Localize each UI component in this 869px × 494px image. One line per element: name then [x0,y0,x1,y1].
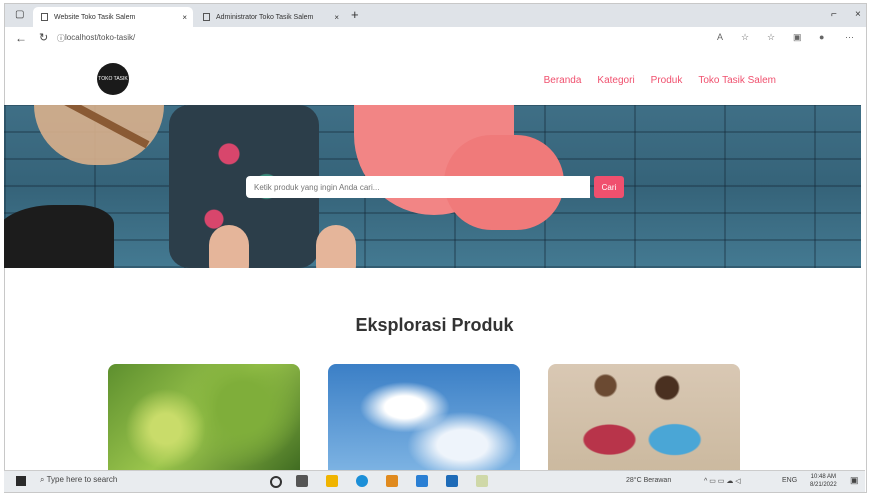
task-view-icon[interactable] [270,476,282,488]
widgets-icon[interactable] [296,475,308,487]
section-title: Eksplorasi Produk [355,315,514,335]
notification-icon[interactable]: ▣ [850,475,859,486]
hand-image [209,225,249,268]
clock[interactable]: 10:48 AM 8/21/2022 [810,473,837,489]
favorites-icon[interactable]: ☆ [767,32,775,43]
nav-toko-tasik-salem[interactable]: Toko Tasik Salem [698,75,776,86]
collections-icon[interactable]: ▣ [793,32,802,43]
refresh-icon[interactable]: ↻ [39,31,48,44]
more-icon[interactable]: ⋯ [845,32,854,43]
taskbar-search-text: Type here to search [46,475,118,484]
product-card[interactable] [548,364,740,472]
new-tab-button[interactable]: + [351,7,359,22]
clock-time: 10:48 AM [810,474,837,480]
tab-website-label: Website Toko Tasik Salem [54,13,136,21]
clock-date: 8/21/2022 [810,482,837,488]
tab-actions-icon[interactable]: ▢ [15,9,24,20]
nav-beranda[interactable]: Beranda [544,75,582,86]
profile-icon[interactable]: ● [819,32,824,42]
page-icon [203,13,210,21]
language-indicator[interactable]: ENG [782,477,797,484]
close-tab-icon[interactable]: × [334,13,339,22]
windows-start-icon[interactable] [16,476,26,486]
product-card[interactable] [108,364,300,472]
file-explorer-icon[interactable] [326,475,338,487]
taskbar-search[interactable]: ⌕ Type here to search [40,475,117,485]
tab-admin[interactable]: Administrator Toko Tasik Salem × [195,7,345,27]
product-card[interactable] [328,364,520,472]
xampp-icon[interactable] [386,475,398,487]
vscode-icon[interactable] [416,475,428,487]
back-icon[interactable]: ← [15,31,27,45]
app-icon[interactable] [476,475,488,487]
high-heel-image [4,205,114,268]
tab-admin-label: Administrator Toko Tasik Salem [216,13,314,21]
close-window-icon[interactable]: × [855,9,861,20]
nav-kategori[interactable]: Kategori [597,75,634,86]
url-field[interactable]: localhost/toko-tasik/ [65,33,135,42]
tray-icons[interactable]: ^ ▭ ▭ ☁ ◁ [704,477,741,485]
read-aloud-icon[interactable]: A [717,32,723,42]
edge-icon[interactable] [356,475,368,487]
nav-produk[interactable]: Produk [651,75,683,86]
windows-taskbar: ⌕ Type here to search 28°C Berawan ^ ▭ ▭… [4,470,865,492]
main-nav: Beranda Kategori Produk Toko Tasik Salem [544,75,776,86]
close-tab-icon[interactable]: × [182,13,187,22]
site-header: TOKO TASIK Beranda Kategori Produk Toko … [5,51,866,109]
search-button[interactable]: Cari [594,176,624,198]
address-bar: ← ↻ ⓘ localhost/toko-tasik/ A ☆ ☆ ▣ ● ⋯ [5,27,866,52]
minimize-icon[interactable]: ⌐ [831,9,837,20]
logo-text: TOKO TASIK [98,76,128,82]
weather-text[interactable]: 28°C Berawan [626,477,671,484]
page-icon [41,13,48,21]
site-logo[interactable]: TOKO TASIK [97,63,129,95]
favorite-icon[interactable]: ☆ [741,32,749,43]
tab-website[interactable]: Website Toko Tasik Salem × [33,7,193,27]
tab-strip: ▢ Website Toko Tasik Salem × Administrat… [5,4,866,27]
hand-image [316,225,356,268]
outlook-icon[interactable] [446,475,458,487]
info-icon[interactable]: ⓘ [57,33,65,44]
search-input[interactable] [246,176,590,198]
product-search: Cari [246,176,624,198]
